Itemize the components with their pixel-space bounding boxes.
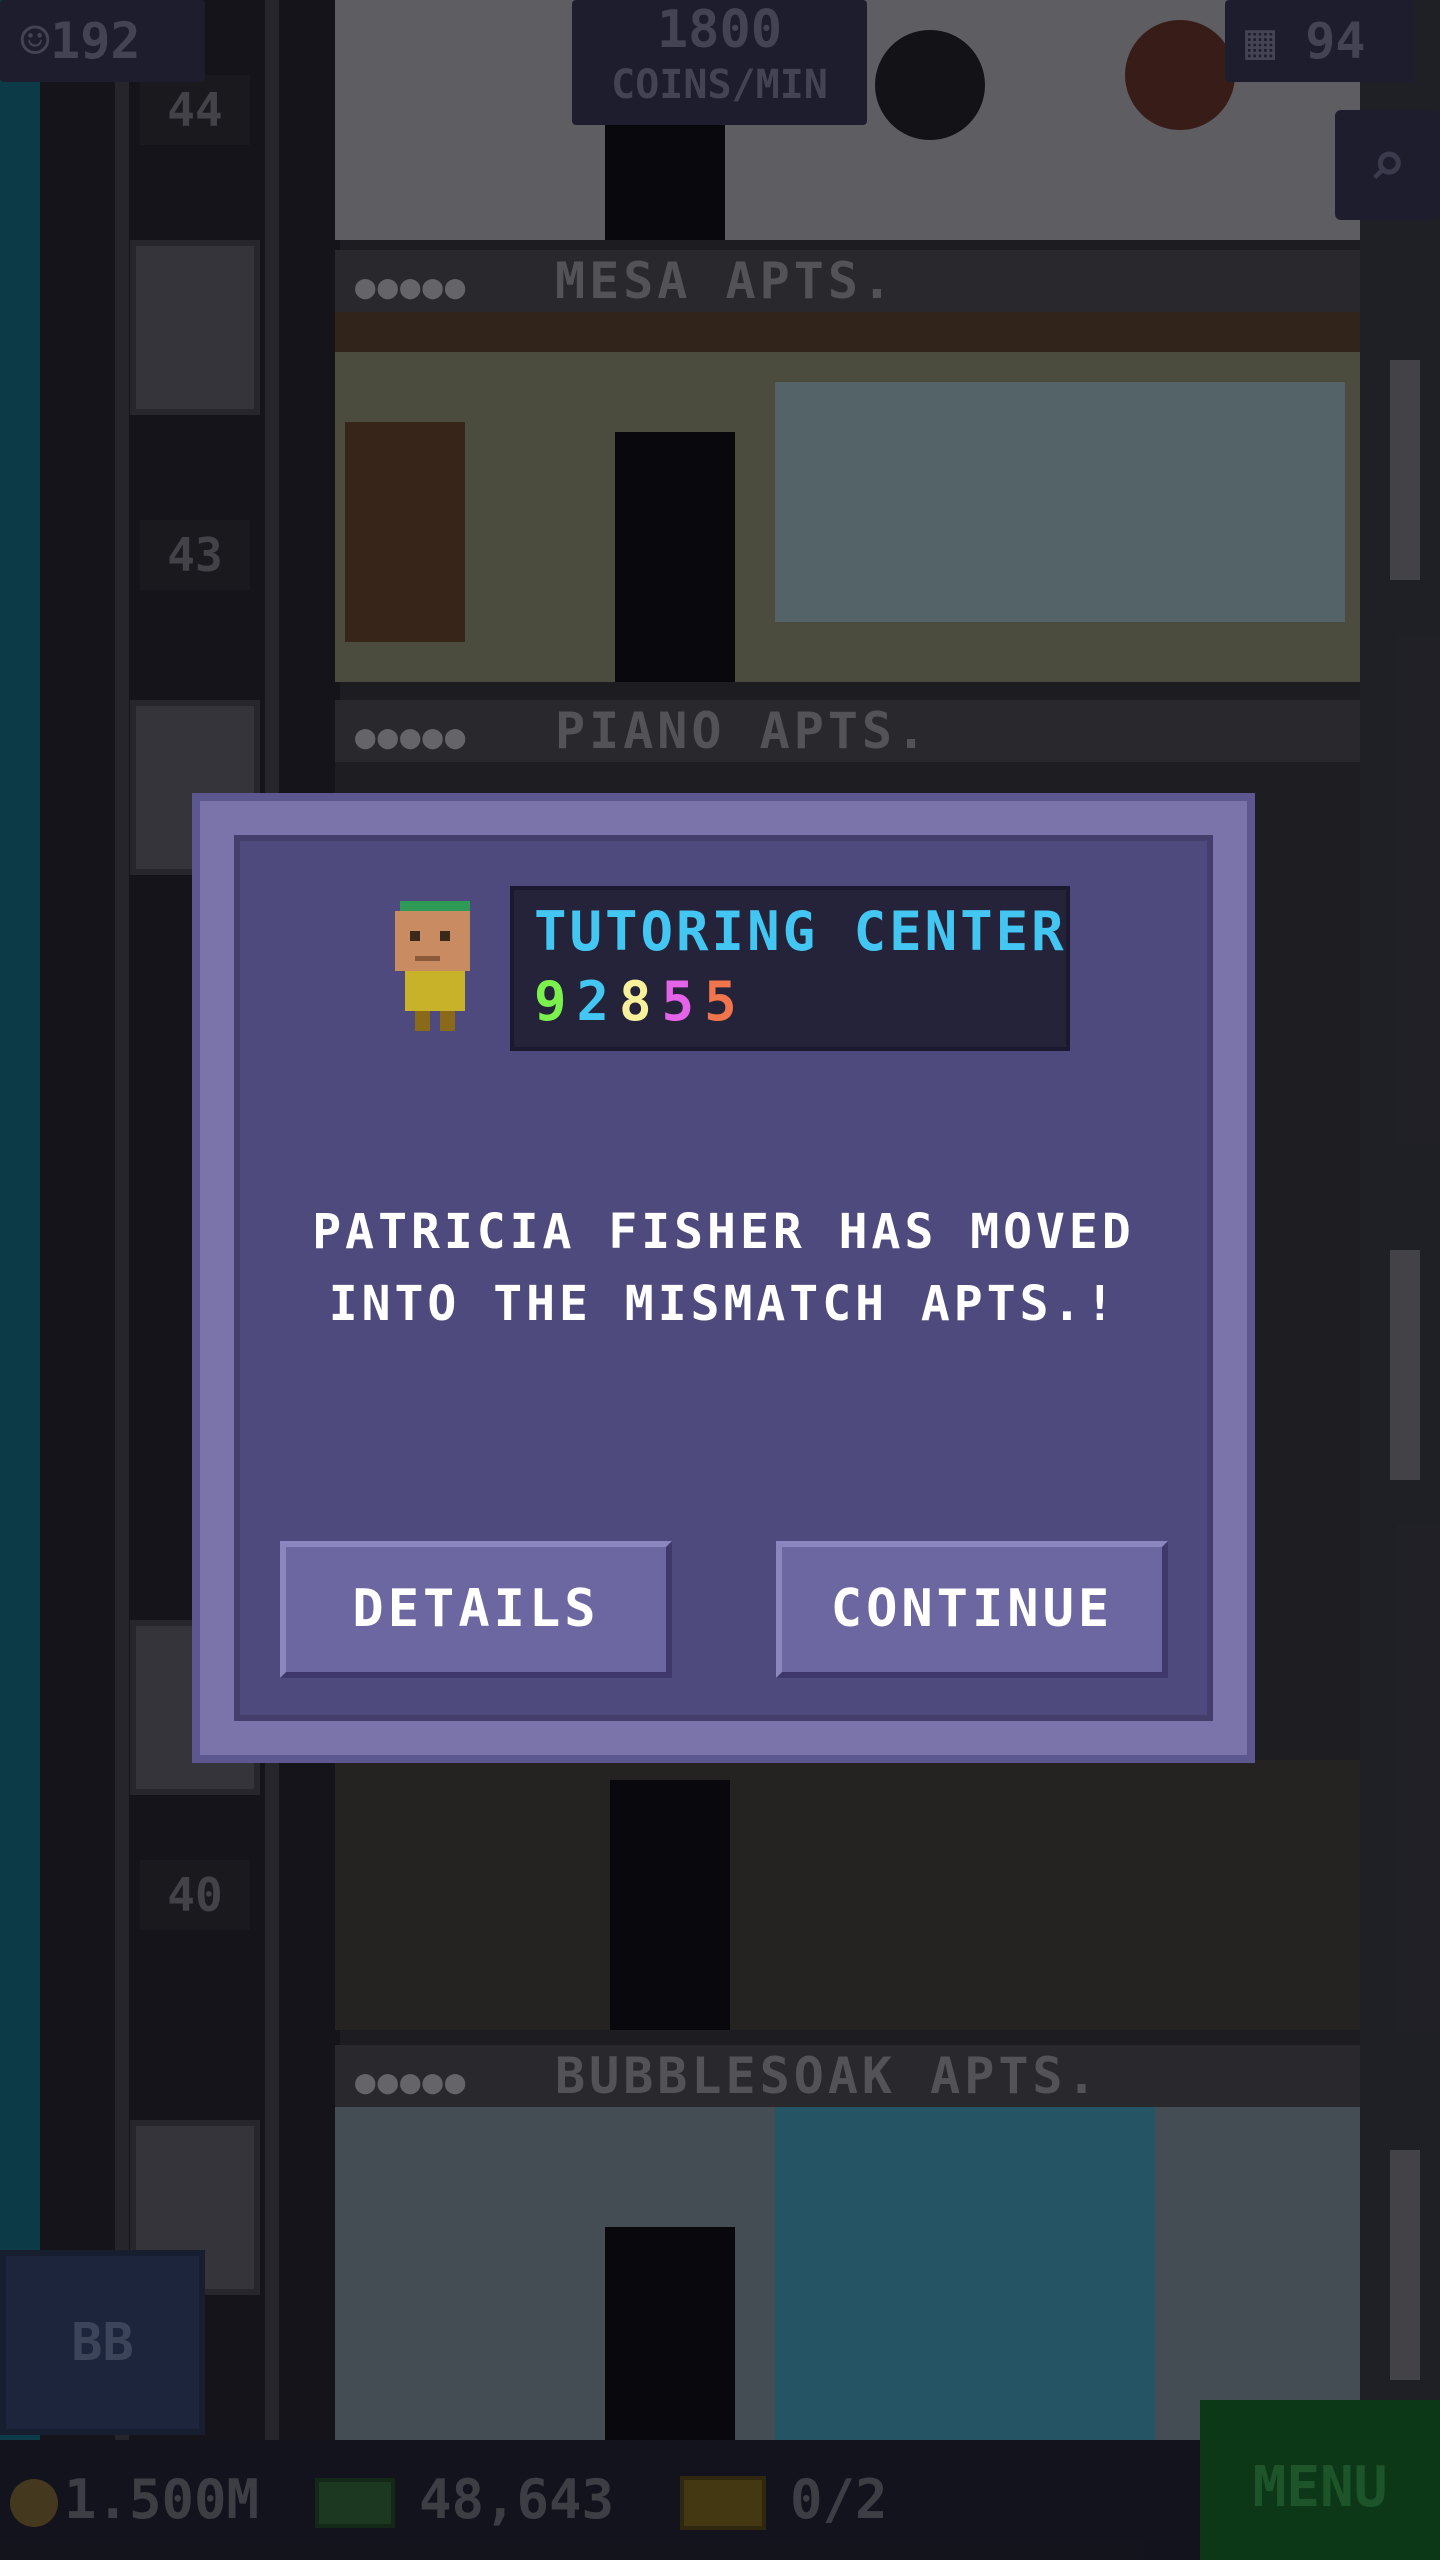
coins-rate-display: 1800 COINS/MIN [572, 0, 867, 125]
room-bubblesoak [335, 2107, 1360, 2442]
header-code: 92855 [534, 970, 747, 1033]
door [615, 432, 735, 682]
shaft-rail [115, 0, 129, 2440]
bath-area [775, 2107, 1155, 2442]
rail-slot [1390, 2150, 1420, 2380]
message-line: PATRICIA FISHER HAS MOVED [312, 1204, 1135, 1260]
tickets-balance: 0/2 [680, 2440, 888, 2560]
coins-balance: 1.500M [10, 2440, 259, 2560]
coin-icon [10, 2479, 58, 2528]
population-counter[interactable]: ☺192 [0, 0, 205, 82]
porthole [1125, 20, 1235, 130]
floors-counter[interactable]: ▦ 94 [1225, 0, 1415, 82]
magnifier-icon[interactable]: ⌕ [1335, 110, 1440, 220]
bb-button[interactable]: BB [0, 2250, 205, 2435]
door [605, 120, 725, 240]
resident-avatar [395, 901, 470, 1031]
code-digit: 5 [704, 970, 747, 1033]
menu-button[interactable]: MENU [1200, 2400, 1440, 2560]
details-button[interactable]: DETAILS [280, 1541, 672, 1678]
continue-button[interactable]: CONTINUE [776, 1541, 1168, 1678]
floor-number: 44 [140, 75, 250, 145]
dialog-message: PATRICIA FISHER HAS MOVED INTO THE MISMA… [200, 1196, 1247, 1340]
porthole [875, 30, 985, 140]
move-in-dialog: TUTORING CENTER 92855 PATRICIA FISHER HA… [192, 793, 1255, 1763]
bookshelf [345, 422, 465, 642]
floor-number: 43 [140, 520, 250, 590]
message-line: INTO THE MISMATCH APTS.! [328, 1276, 1119, 1332]
header-box: TUTORING CENTER 92855 [510, 886, 1070, 1051]
floor-sign: ●●●●● MESA APTS. [335, 250, 1360, 312]
elevator-cab [130, 240, 260, 415]
rail-slot [1390, 1250, 1420, 1480]
floor-sign: ●●●●● BUBBLESOAK APTS. [335, 2045, 1360, 2107]
header-title: TUTORING CENTER [534, 900, 1067, 963]
room-mesa [335, 312, 1360, 682]
code-digit: 9 [534, 970, 577, 1033]
floor-number: 40 [140, 1860, 250, 1930]
floor-sign: ●●●●● PIANO APTS. [335, 700, 1360, 762]
code-digit: 2 [576, 970, 620, 1033]
bux-balance: 48,643 [315, 2440, 614, 2560]
door [610, 1780, 730, 2030]
bux-icon [315, 2478, 395, 2529]
code-digit: 8 [619, 970, 662, 1033]
code-digit: 5 [661, 970, 705, 1033]
rail-slot [1390, 360, 1420, 580]
ticket-icon [680, 2476, 766, 2531]
door [605, 2227, 735, 2442]
sky-strip [0, 0, 40, 2440]
room-kitchen[interactable] [335, 1760, 1360, 2030]
window [775, 382, 1345, 622]
